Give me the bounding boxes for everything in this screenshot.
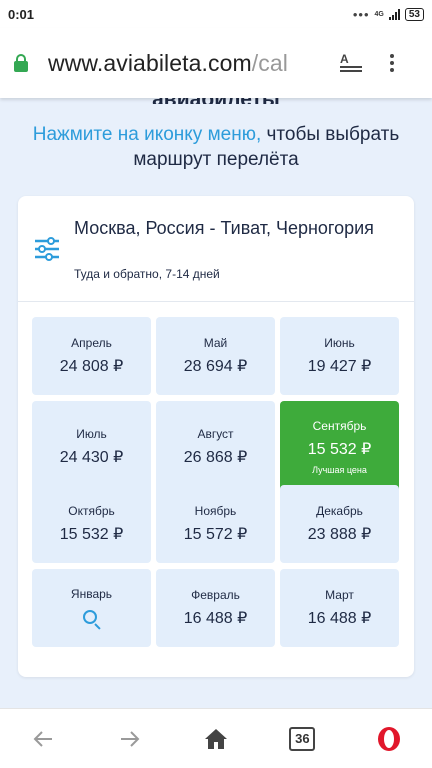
month-name: Март bbox=[325, 588, 354, 602]
home-button[interactable] bbox=[196, 719, 236, 759]
network-type: 4G bbox=[374, 10, 384, 18]
month-cell-may[interactable]: Май 28 694 ₽ bbox=[156, 317, 275, 395]
more-vert-icon[interactable] bbox=[390, 54, 394, 72]
month-name: Июнь bbox=[324, 336, 355, 350]
month-price: 16 488 ₽ bbox=[307, 610, 372, 627]
month-price: 24 430 ₽ bbox=[59, 449, 124, 466]
month-cell-september-best[interactable]: Сентябрь 15 532 ₽ Лучшая цена bbox=[280, 401, 399, 493]
tabs-icon: 36 bbox=[289, 726, 316, 751]
back-button[interactable] bbox=[23, 719, 63, 759]
month-price: 15 572 ₽ bbox=[183, 526, 248, 543]
month-cell-december[interactable]: Декабрь 23 888 ₽ bbox=[280, 485, 399, 563]
route-header[interactable]: Москва, Россия - Тиват, Черногория Туда … bbox=[18, 196, 414, 302]
filter-sliders-icon[interactable] bbox=[34, 236, 60, 262]
month-cell-october[interactable]: Октябрь 15 532 ₽ bbox=[32, 485, 151, 563]
month-price: 16 488 ₽ bbox=[183, 610, 248, 627]
month-price: 24 808 ₽ bbox=[59, 358, 124, 375]
tabs-count: 36 bbox=[295, 731, 310, 746]
hint-link[interactable]: Нажмите на иконку меню, bbox=[33, 124, 262, 145]
status-time: 0:01 bbox=[8, 6, 35, 22]
month-name: Май bbox=[203, 336, 228, 350]
status-bar: 0:01 ••• 4G 53 bbox=[0, 0, 432, 28]
month-cell-february[interactable]: Февраль 16 488 ₽ bbox=[156, 569, 275, 647]
month-cell-march[interactable]: Март 16 488 ₽ bbox=[280, 569, 399, 647]
route-subtitle: Туда и обратно, 7-14 дней bbox=[74, 267, 220, 281]
browser-bottom-nav: 36 bbox=[0, 708, 432, 768]
battery-level: 53 bbox=[408, 8, 420, 20]
battery-icon: 53 bbox=[404, 7, 424, 21]
month-price: 15 532 ₽ bbox=[307, 441, 372, 458]
month-name: Август bbox=[197, 427, 234, 441]
back-arrow-icon bbox=[33, 730, 53, 747]
hint-text: Нажмите на иконку меню, чтобы выбрать ма… bbox=[20, 122, 412, 172]
month-cell-august[interactable]: Август 26 868 ₽ bbox=[156, 401, 275, 493]
url-field[interactable]: www.aviabileta.com/cal bbox=[48, 50, 324, 77]
notification-dots: ••• bbox=[352, 6, 370, 22]
browser-toolbar: www.aviabileta.com/cal A bbox=[0, 28, 432, 98]
month-name: Ноябрь bbox=[194, 504, 237, 518]
month-cell-april[interactable]: Апрель 24 808 ₽ bbox=[32, 317, 151, 395]
month-name: Июль bbox=[76, 427, 107, 441]
month-grid: Апрель 24 808 ₽ Май 28 694 ₽ Июнь 19 427… bbox=[32, 317, 400, 647]
lock-icon[interactable] bbox=[14, 54, 28, 72]
month-name: Сентябрь bbox=[312, 419, 367, 433]
month-price: 26 868 ₽ bbox=[183, 449, 248, 466]
month-name: Январь bbox=[70, 587, 113, 601]
month-cell-june[interactable]: Июнь 19 427 ₽ bbox=[280, 317, 399, 395]
url-domain: www.aviabileta.com bbox=[48, 49, 252, 76]
month-price: 28 694 ₽ bbox=[183, 358, 248, 375]
month-name: Октябрь bbox=[68, 504, 115, 518]
tabs-button[interactable]: 36 bbox=[282, 719, 322, 759]
signal-icon bbox=[388, 8, 400, 20]
month-cell-january[interactable]: Январь bbox=[32, 569, 151, 647]
month-price: 23 888 ₽ bbox=[307, 526, 372, 543]
route-title: Москва, Россия - Тиват, Черногория bbox=[74, 218, 374, 238]
forward-arrow-icon bbox=[120, 730, 139, 747]
opera-menu-button[interactable] bbox=[369, 719, 409, 759]
month-name: Февраль bbox=[191, 588, 240, 602]
search-icon[interactable] bbox=[82, 609, 102, 630]
home-icon bbox=[204, 728, 227, 749]
forward-button[interactable] bbox=[110, 719, 150, 759]
month-price: 19 427 ₽ bbox=[307, 358, 372, 375]
reader-mode-icon[interactable]: A bbox=[340, 53, 362, 72]
status-icons: ••• 4G 53 bbox=[353, 7, 424, 22]
month-cell-july[interactable]: Июль 24 430 ₽ bbox=[32, 401, 151, 493]
month-price: 15 532 ₽ bbox=[59, 526, 124, 543]
month-cell-november[interactable]: Ноябрь 15 572 ₽ bbox=[156, 485, 275, 563]
month-name: Апрель bbox=[71, 336, 112, 350]
url-path: /cal bbox=[251, 49, 288, 76]
opera-menu-icon bbox=[377, 726, 400, 751]
month-name: Декабрь bbox=[316, 504, 363, 518]
best-price-label: Лучшая цена bbox=[312, 465, 367, 475]
route-card: Москва, Россия - Тиват, Черногория Туда … bbox=[18, 196, 414, 677]
